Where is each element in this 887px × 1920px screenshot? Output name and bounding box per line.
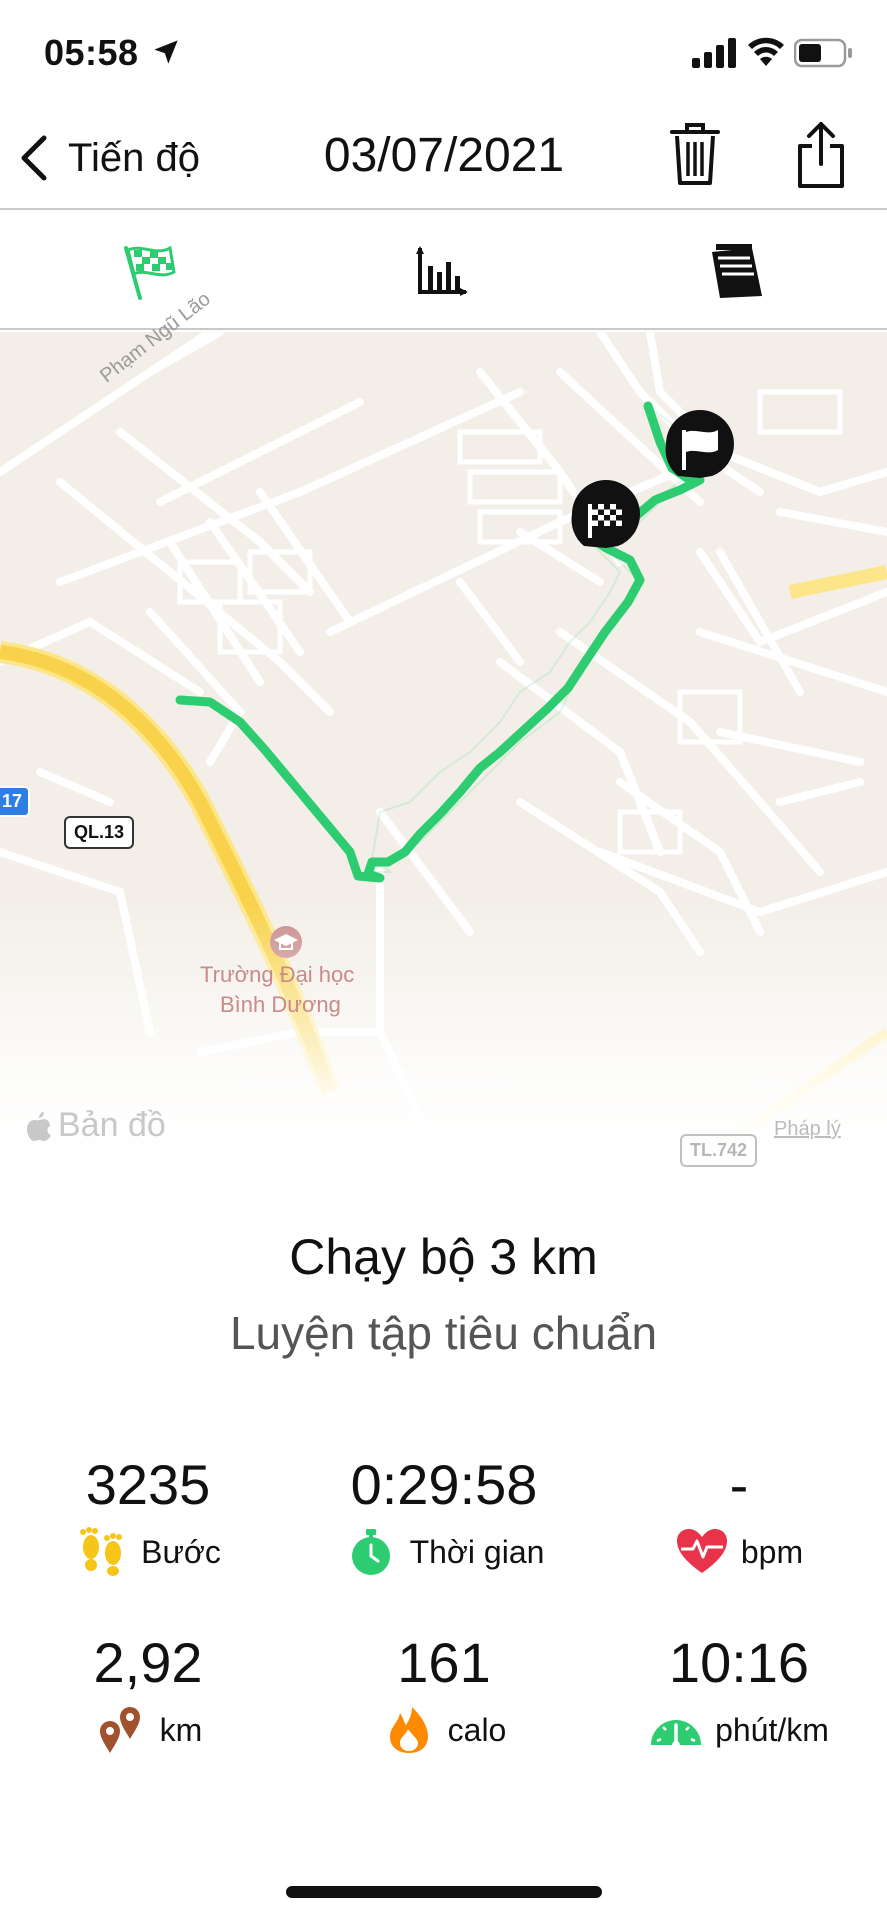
wifi-icon — [748, 37, 784, 66]
distance-pins-icon — [99, 1707, 140, 1753]
stopwatch-icon — [351, 1529, 390, 1575]
status-time: 05:58 — [44, 32, 139, 73]
speedometer-icon — [651, 1720, 702, 1749]
checkered-flag-icon[interactable] — [118, 242, 178, 302]
calories-label: calo — [447, 1711, 507, 1748]
steps-value: 3235 — [85, 1453, 211, 1516]
legal-link[interactable]: Pháp lý — [774, 1118, 841, 1141]
location-arrow-icon — [154, 40, 178, 64]
steps-label: Bước — [141, 1533, 221, 1570]
share-icon[interactable] — [794, 120, 848, 190]
pace-value: 10:16 — [668, 1631, 810, 1694]
heart-rate-icon — [676, 1529, 727, 1573]
calories-value: 161 — [397, 1631, 491, 1694]
heart-rate-value: - — [729, 1453, 749, 1516]
flame-icon — [389, 1707, 428, 1753]
cellular-signal-icon — [692, 38, 736, 68]
road-badge-tl742: TL.742 — [680, 1134, 758, 1167]
stat-duration: 0:29:58 Thời gian — [296, 1452, 592, 1577]
workout-title: Chạy bộ 3 km — [289, 1229, 598, 1285]
start-checkered-pin[interactable] — [571, 480, 641, 548]
workout-subtitle: Luyện tập tiêu chuẩn — [229, 1307, 658, 1359]
map-attribution-text: Bản đồ — [58, 1106, 166, 1144]
battery-icon — [794, 38, 852, 68]
back-button[interactable]: Tiến độ — [18, 128, 200, 188]
apple-logo-icon — [27, 1111, 51, 1141]
trash-icon[interactable] — [668, 120, 722, 188]
stat-calories: 161 calo — [296, 1630, 592, 1755]
stat-pace: 10:16 phút/km — [591, 1630, 887, 1755]
map-attribution: Bản đồ — [26, 1106, 166, 1145]
segment-tab-bar — [0, 212, 887, 330]
heart-rate-label: bpm — [740, 1533, 804, 1570]
university-icon — [270, 926, 302, 958]
page-title: 03/07/2021 — [323, 129, 565, 182]
navigation-bar: Tiến độ 03/07/2021 — [0, 104, 887, 210]
home-indicator[interactable] — [286, 1886, 602, 1898]
duration-label: Thời gian — [409, 1533, 545, 1570]
highway-badge-blue: 17 — [0, 786, 31, 817]
highway-badge-ql13: QL.13 — [64, 816, 135, 849]
duration-value: 0:29:58 — [350, 1453, 538, 1516]
bar-chart-icon[interactable] — [412, 242, 472, 302]
route-map[interactable] — [0, 332, 887, 1162]
distance-value: 2,92 — [93, 1631, 203, 1694]
status-bar: 05:58 — [0, 0, 887, 104]
pace-label: phút/km — [715, 1711, 829, 1748]
stat-heart-rate: - bpm — [591, 1452, 887, 1577]
back-label: Tiến độ — [68, 135, 200, 180]
finish-flag-pin[interactable] — [665, 410, 735, 478]
notepad-icon[interactable] — [706, 242, 766, 302]
map-canvas — [0, 332, 887, 1162]
school-label-line1: Trường Đại học — [200, 962, 355, 987]
stat-distance: 2,92 km — [0, 1630, 296, 1755]
stat-steps: 3235 Bước — [0, 1452, 296, 1577]
footsteps-icon — [80, 1527, 123, 1576]
school-label-line2: Bình Dương — [220, 992, 341, 1017]
chevron-left-icon — [21, 135, 47, 181]
distance-label: km — [159, 1711, 203, 1748]
